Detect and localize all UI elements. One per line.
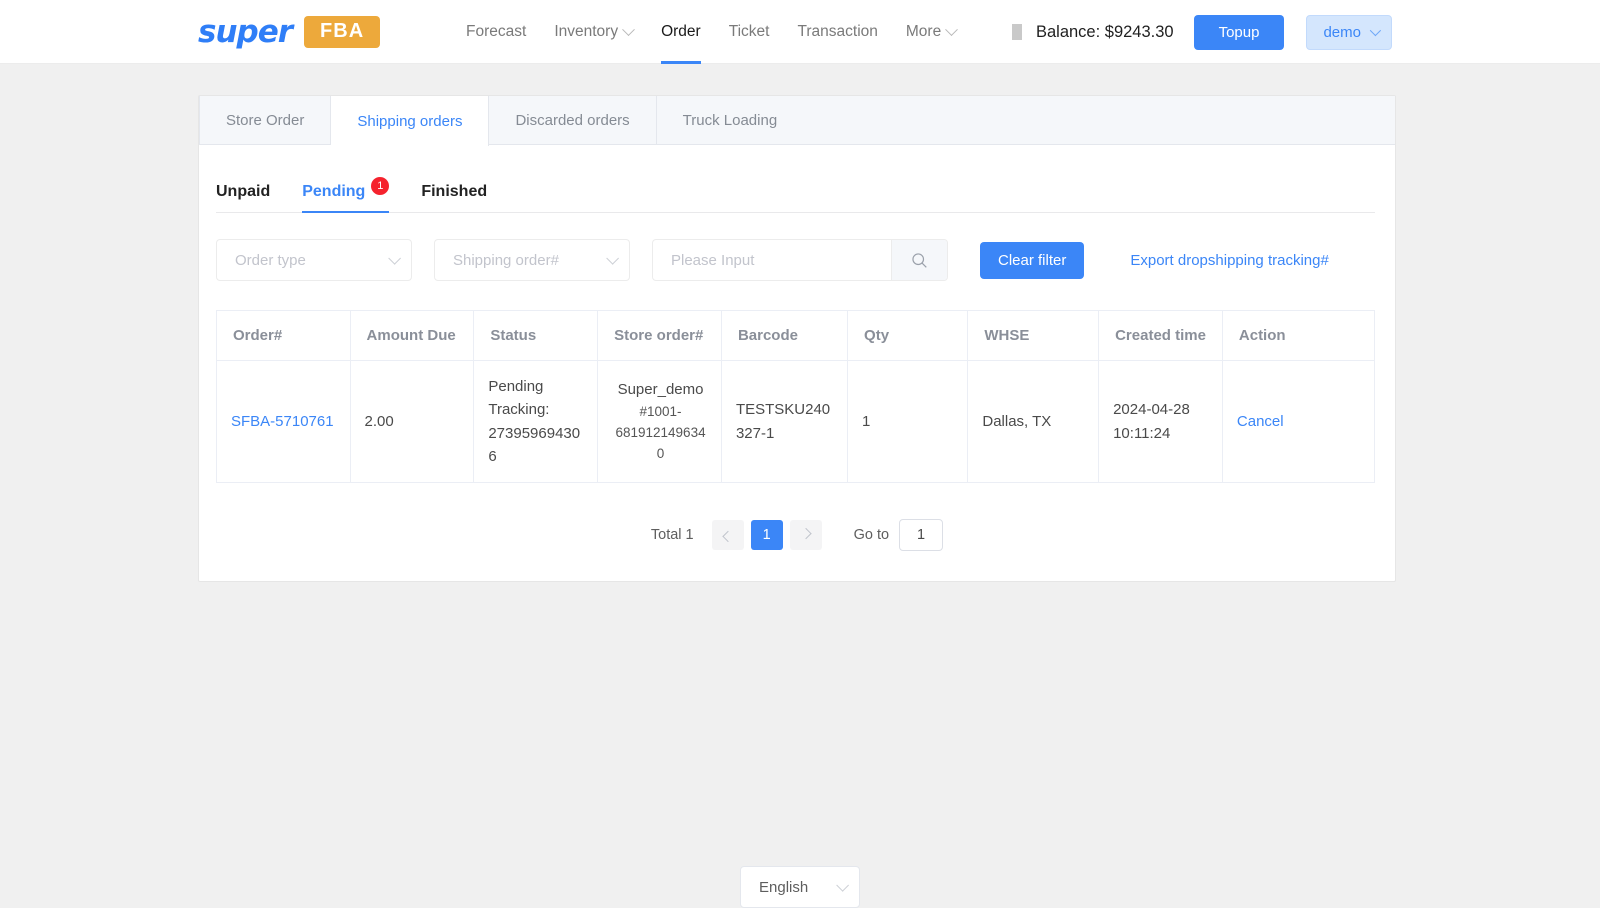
tab-truck-loading[interactable]: Truck Loading — [656, 96, 804, 144]
col-barcode: Barcode — [721, 311, 849, 361]
col-qty: Qty — [847, 311, 969, 361]
chevron-down-icon — [388, 251, 401, 265]
orders-table: Order# Amount Due Status Store order# Ba… — [217, 311, 1374, 483]
tab-label-discarded-orders: Discarded orders — [515, 111, 630, 129]
tab-label-truck-loading: Truck Loading — [682, 111, 778, 129]
subtab-unpaid[interactable]: Unpaid — [216, 183, 286, 212]
cell-store-order: Super_demo #1001-6819121496340 — [597, 360, 722, 483]
topup-button[interactable]: Topup — [1193, 14, 1285, 50]
col-store-order-no: Store order# — [597, 311, 722, 361]
subtab-label-unpaid: Unpaid — [216, 183, 271, 200]
goto-label: Go to — [853, 527, 890, 543]
tab-label-shipping-orders: Shipping orders — [357, 112, 463, 130]
nav-item-more[interactable]: More — [892, 0, 970, 64]
nav-label-order: Order — [661, 23, 701, 40]
account-label: demo — [1323, 23, 1361, 41]
chevron-right-icon — [799, 527, 812, 540]
nav-item-transaction[interactable]: Transaction — [783, 0, 891, 64]
nav-label-more: More — [905, 23, 942, 40]
cell-status: Pending Tracking: 273959694306 — [473, 360, 599, 483]
language-select-value: English — [759, 878, 809, 896]
table-row: SFBA-5710761 2.00 Pending Tracking: 2739… — [217, 360, 1374, 483]
balance-label: Balance: $9243.30 — [1035, 22, 1174, 41]
col-created-time: Created time — [1098, 311, 1223, 361]
cell-amount-due: 2.00 — [350, 360, 475, 483]
logo[interactable]: super FBA — [198, 13, 381, 50]
main-nav: Forecast Inventory Order Ticket Transact… — [452, 0, 970, 64]
search-input[interactable] — [653, 240, 891, 280]
export-dropshipping-tracking-link[interactable]: Export dropshipping tracking# — [1130, 252, 1328, 269]
table-header-row: Order# Amount Due Status Store order# Ba… — [217, 311, 1374, 361]
chevron-down-icon — [606, 251, 619, 265]
nav-label-ticket: Ticket — [728, 23, 770, 40]
tab-shipping-orders[interactable]: Shipping orders — [331, 96, 490, 146]
tab-store-order[interactable]: Store Order — [199, 96, 332, 144]
tracking-text: Tracking: 273959694306 — [488, 401, 581, 465]
col-action: Action — [1222, 311, 1374, 361]
pagination: Total 1 1 Go to — [199, 483, 1395, 581]
language-select[interactable]: English — [740, 866, 860, 908]
header-right-group: Balance: $9243.30 Topup demo — [1003, 0, 1392, 64]
page-button-1[interactable]: 1 — [750, 520, 783, 550]
subtab-finished[interactable]: Finished — [405, 183, 503, 212]
cell-qty: 1 — [847, 360, 969, 483]
prev-page-button[interactable] — [711, 520, 744, 550]
nav-label-forecast: Forecast — [466, 23, 527, 40]
nav-label-transaction: Transaction — [797, 23, 878, 40]
order-type-select[interactable]: Order type — [216, 239, 412, 281]
nav-item-forecast[interactable]: Forecast — [452, 0, 540, 64]
order-type-select-value: Order type — [235, 251, 306, 269]
total-count-label: Total 1 — [650, 527, 694, 543]
cell-order-no: SFBA-5710761 — [217, 360, 351, 483]
status-badge: 1 — [371, 177, 390, 195]
nav-label-inventory: Inventory — [554, 23, 619, 40]
store-order-no: #1001-6819121496340 — [615, 403, 706, 461]
cell-created-time: 2024-04-28 10:11:24 — [1098, 360, 1223, 483]
logo-text-super: super — [198, 13, 293, 50]
chevron-down-icon — [622, 22, 635, 36]
tab-discarded-orders[interactable]: Discarded orders — [489, 96, 657, 144]
cell-whse: Dallas, TX — [967, 360, 1100, 483]
broken-image-icon — [1003, 22, 1022, 42]
cancel-link[interactable]: Cancel — [1237, 413, 1284, 430]
subtab-pending[interactable]: Pending 1 — [286, 177, 405, 213]
status-text: Pending — [488, 378, 544, 395]
next-page-button[interactable] — [789, 520, 822, 550]
app-header: super FBA Forecast Inventory Order Ticke… — [0, 0, 1600, 64]
cell-barcode: TESTSKU240327-1 — [721, 360, 849, 483]
chevron-down-icon — [945, 22, 959, 36]
chevron-down-icon — [836, 878, 849, 892]
nav-item-order[interactable]: Order — [647, 0, 715, 64]
store-order-name: Super_demo — [617, 381, 704, 399]
orders-table-body: SFBA-5710761 2.00 Pending Tracking: 2739… — [217, 360, 1374, 483]
goto-page-input[interactable] — [899, 519, 944, 551]
tab-label-store-order: Store Order — [226, 111, 305, 129]
orders-table-wrap: Order# Amount Due Status Store order# Ba… — [216, 310, 1375, 483]
subtab-label-pending: Pending — [302, 183, 366, 200]
col-whse: WHSE — [967, 311, 1100, 361]
nav-item-ticket[interactable]: Ticket — [715, 0, 784, 64]
cell-action: Cancel — [1222, 360, 1374, 483]
subtab-label-finished: Finished — [421, 183, 488, 200]
status-subtabs: Unpaid Pending 1 Finished — [216, 171, 1375, 213]
search-group — [652, 239, 948, 281]
account-menu-button[interactable]: demo — [1306, 14, 1392, 50]
shipping-order-select-value: Shipping order# — [453, 251, 559, 269]
nav-item-inventory[interactable]: Inventory — [540, 0, 647, 64]
clear-filter-button[interactable]: Clear filter — [980, 241, 1085, 279]
chevron-down-icon — [1369, 24, 1382, 37]
logo-badge-fba: FBA — [304, 16, 381, 48]
order-no-link[interactable]: SFBA-5710761 — [231, 413, 334, 430]
shipping-order-select[interactable]: Shipping order# — [434, 239, 630, 281]
orders-table-head: Order# Amount Due Status Store order# Ba… — [217, 311, 1374, 361]
chevron-left-icon — [721, 530, 734, 543]
order-tabbar: Store Order Shipping orders Discarded or… — [199, 96, 1395, 146]
filter-bar: Order type Shipping order# Clear filter … — [216, 239, 1395, 281]
search-button[interactable] — [891, 240, 947, 280]
orders-card: Store Order Shipping orders Discarded or… — [198, 95, 1396, 582]
col-order-no: Order# — [217, 311, 351, 361]
search-icon — [912, 252, 927, 268]
col-amount-due: Amount Due — [350, 311, 475, 361]
col-status: Status — [473, 311, 599, 361]
